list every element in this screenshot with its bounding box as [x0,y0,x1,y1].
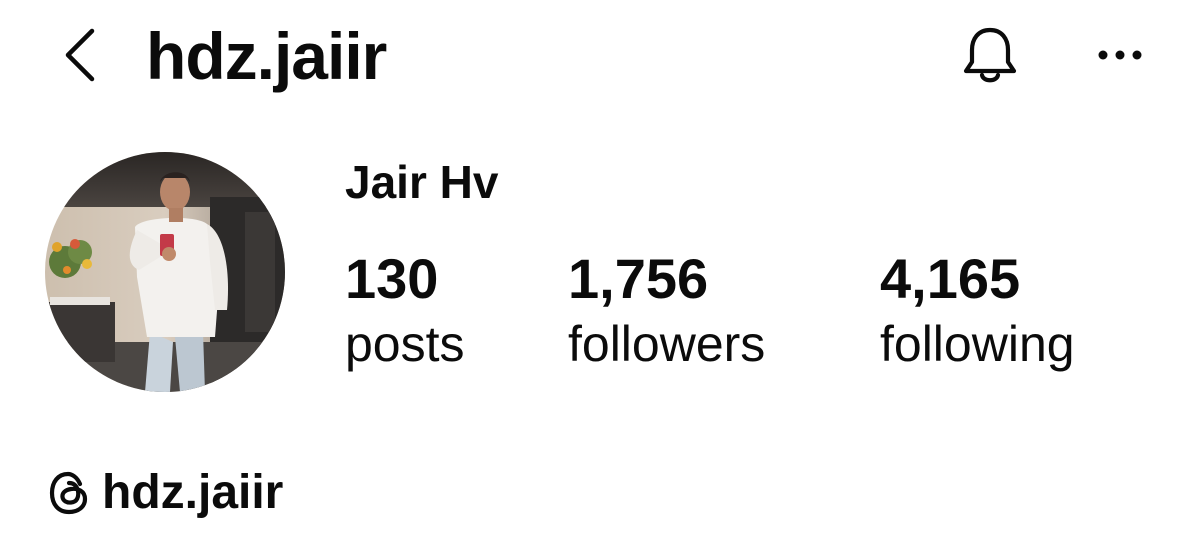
stat-value: 4,165 [880,247,1021,310]
bell-icon [963,27,1017,83]
display-name: Jair Hv [345,156,499,208]
threads-profile-link[interactable]: hdz.jaiir [46,458,283,528]
stat-label: followers [568,316,766,372]
profile-photo [45,152,285,392]
stat-value: 1,756 [568,247,709,310]
notifications-button[interactable] [950,18,1030,94]
stat-label: following [880,316,1075,372]
chevron-left-icon [65,28,95,82]
avatar[interactable] [45,152,285,392]
threads-handle: hdz.jaiir [102,466,284,519]
more-options-button[interactable] [1090,30,1150,80]
more-horizontal-icon [1098,50,1142,60]
stat-following[interactable]: 4,165 following [880,245,1075,375]
threads-icon [46,470,92,516]
stat-label: posts [345,316,465,372]
back-button[interactable] [50,20,110,90]
page-title: hdz.jaiir [146,19,387,93]
stat-value: 130 [345,247,439,310]
stat-followers[interactable]: 1,756 followers [568,245,765,375]
stat-posts[interactable]: 130 posts [345,245,465,375]
